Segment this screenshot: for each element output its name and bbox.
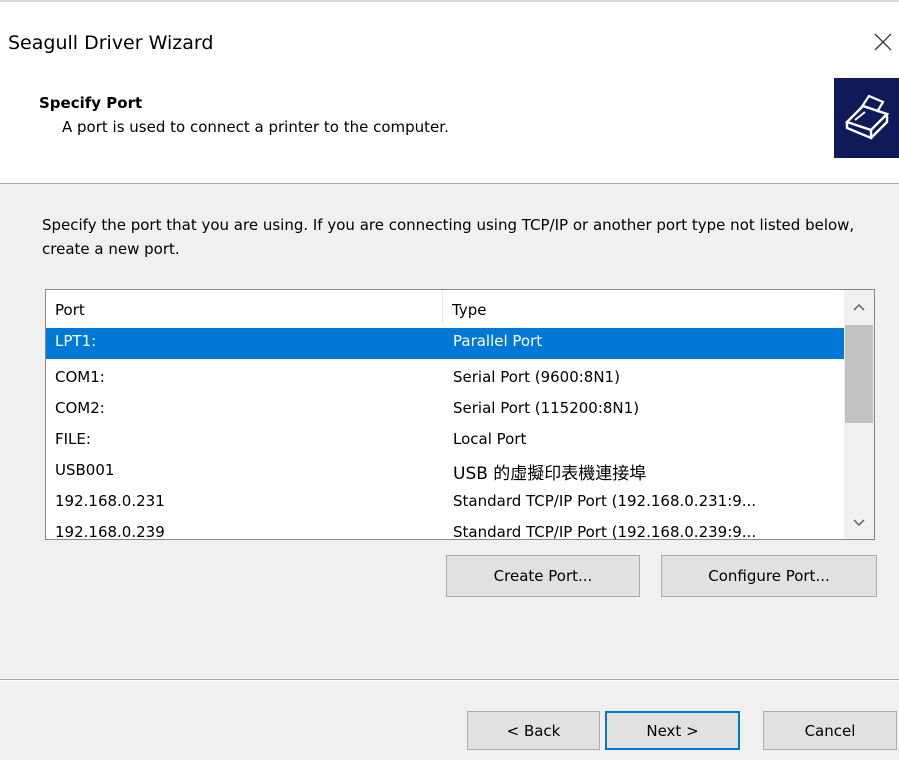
table-row[interactable]: LPT1: Parallel Port [46,328,844,359]
type-cell: Serial Port (115200:8N1) [453,399,640,417]
table-row[interactable]: COM2: Serial Port (115200:8N1) [46,395,844,426]
scrollbar-thumb[interactable] [845,325,873,423]
port-cell: USB001 [55,461,115,479]
type-cell: USB 的虛擬印表機連接埠 [453,464,647,484]
type-cell: Serial Port (9600:8N1) [453,368,620,386]
close-icon [874,33,892,51]
page-title: Specify Port [39,94,143,112]
port-cell: COM1: [55,368,105,386]
configure-port-button[interactable]: Configure Port... [661,555,877,597]
port-cell: COM2: [55,399,105,417]
printer-icon [844,94,889,140]
chevron-down-icon [853,518,865,526]
column-header-port[interactable]: Port [46,290,443,323]
wizard-window: Seagull Driver Wizard Specify Port A por… [0,0,899,760]
table-row[interactable]: COM1: Serial Port (9600:8N1) [46,364,844,395]
port-list[interactable]: Port Type LPT1: Parallel Port COM1: Seri… [45,289,875,540]
port-cell: LPT1: [55,332,97,350]
back-button[interactable]: < Back [467,711,600,750]
port-list-header: Port Type [46,290,844,323]
type-cell: Standard TCP/IP Port (192.168.0.231:9... [453,492,757,510]
window-title: Seagull Driver Wizard [8,32,214,54]
create-port-button[interactable]: Create Port... [446,555,640,597]
column-header-type[interactable]: Type [443,290,844,323]
scroll-up-button[interactable] [844,290,874,323]
type-cell: Standard TCP/IP Port (192.168.0.239:9... [453,523,757,540]
printer-logo [834,78,899,158]
port-cell: 192.168.0.239 [55,523,165,540]
table-row[interactable]: 192.168.0.239 Standard TCP/IP Port (192.… [46,519,844,540]
table-row[interactable]: 192.168.0.231 Standard TCP/IP Port (192.… [46,488,844,519]
title-bar: Seagull Driver Wizard [0,2,899,60]
port-cell: 192.168.0.231 [55,492,165,510]
cancel-button[interactable]: Cancel [763,711,897,750]
close-button[interactable] [867,24,899,60]
footer-divider-highlight [0,680,899,681]
vertical-scrollbar[interactable] [844,290,874,539]
scroll-down-button[interactable] [844,506,874,539]
table-row[interactable]: USB001 USB 的虛擬印表機連接埠 [46,457,844,488]
instructions-text: Specify the port that you are using. If … [42,216,855,258]
type-cell: Parallel Port [453,332,543,350]
type-cell: Local Port [453,430,527,448]
port-cell: FILE: [55,430,91,448]
chevron-up-icon [853,303,865,311]
wizard-header: Specify Port A port is used to connect a… [0,60,899,184]
table-row[interactable]: FILE: Local Port [46,426,844,457]
page-subtitle: A port is used to connect a printer to t… [62,118,449,136]
next-button[interactable]: Next > [605,711,740,750]
